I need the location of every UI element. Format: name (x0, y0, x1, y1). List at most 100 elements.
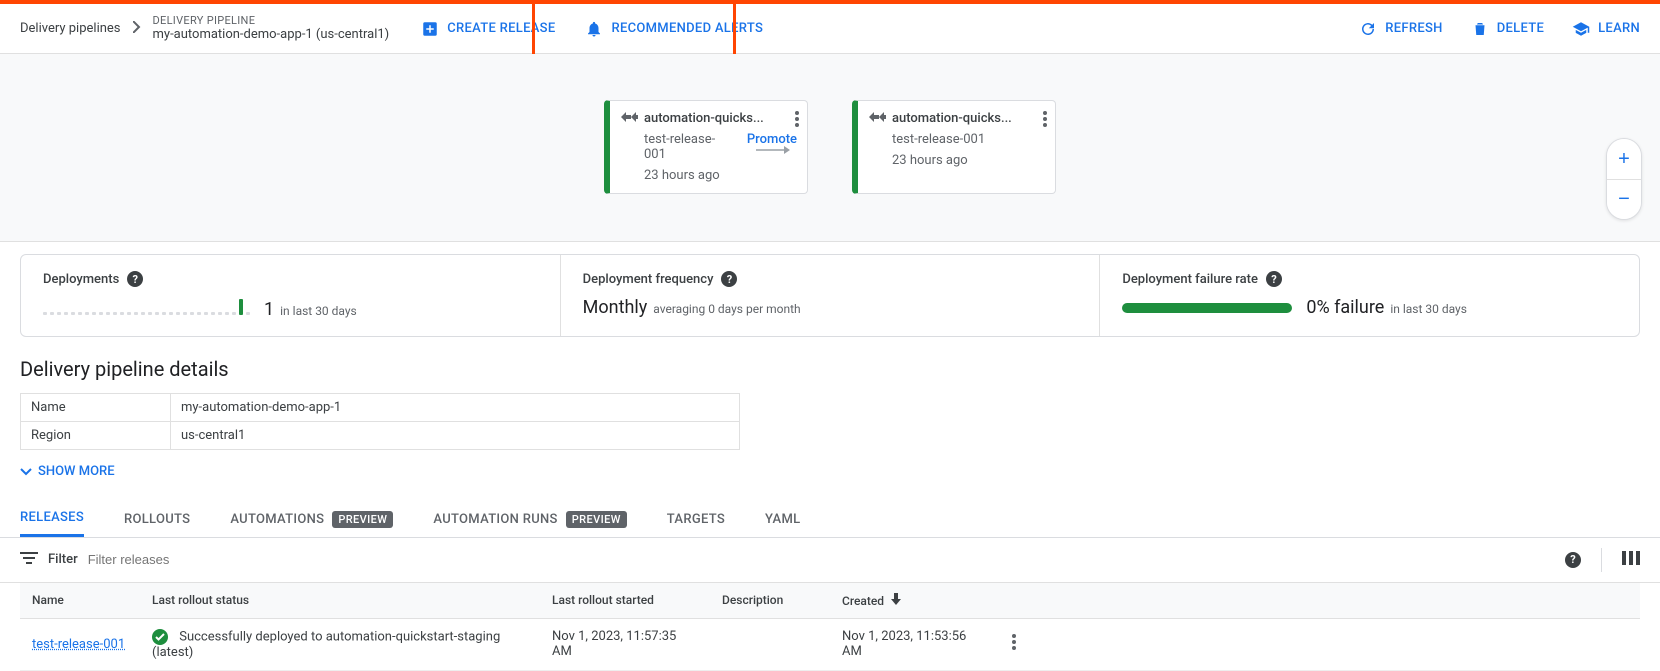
metric-value: 0% failure (1306, 297, 1384, 318)
metric-suffix: in last 30 days (280, 304, 357, 318)
details-label: Name (21, 394, 171, 422)
stage-name: automation-quicks... (644, 111, 797, 126)
pipeline-stage-card[interactable]: automation-quicks... test-release-001 23… (852, 100, 1056, 194)
tab-automation-runs[interactable]: AUTOMATION RUNS PREVIEW (433, 501, 626, 537)
col-actions (1000, 583, 1040, 619)
chevron-right-icon (133, 21, 141, 37)
filter-icon (20, 552, 38, 568)
details-value: my-automation-demo-app-1 (171, 394, 740, 422)
zoom-out-button[interactable]: − (1607, 179, 1641, 219)
col-created[interactable]: Created (830, 583, 1000, 619)
releases-table: Name Last rollout status Last rollout st… (20, 583, 1640, 671)
graduation-cap-icon (1572, 20, 1590, 38)
kebab-icon (795, 111, 799, 127)
metric-title: Deployments (43, 272, 119, 287)
details-row: Name my-automation-demo-app-1 (21, 394, 740, 422)
refresh-icon (1359, 20, 1377, 38)
learn-button[interactable]: LEARN (1572, 20, 1640, 38)
create-release-button[interactable]: CREATE RELEASE (421, 20, 555, 38)
breadcrumb-section: DELIVERY PIPELINE (153, 14, 390, 27)
metric-deployments: Deployments ? 1 in last 30 days (21, 255, 560, 336)
separator (1601, 548, 1602, 572)
metric-suffix: in last 30 days (1390, 302, 1467, 316)
row-menu-button[interactable] (1012, 639, 1016, 654)
tab-yaml[interactable]: YAML (765, 501, 800, 537)
kebab-icon (1012, 634, 1016, 650)
stage-time: 23 hours ago (892, 153, 968, 168)
release-started: Nov 1, 2023, 11:57:35 AM (540, 618, 710, 670)
stage-name: automation-quicks... (892, 111, 1045, 126)
help-icon[interactable]: ? (127, 271, 143, 287)
zoom-in-button[interactable]: + (1607, 139, 1641, 179)
metric-title: Deployment failure rate (1122, 272, 1258, 287)
metric-suffix: averaging 0 days per month (653, 302, 800, 316)
preview-badge: PREVIEW (566, 511, 627, 528)
details-row: Region us-central1 (21, 422, 740, 450)
learn-label: LEARN (1598, 21, 1640, 36)
top-bar: Delivery pipelines DELIVERY PIPELINE my-… (0, 0, 1660, 54)
sparkline-icon (43, 297, 250, 315)
tab-releases[interactable]: RELEASES (20, 501, 84, 537)
metric-failure: Deployment failure rate ? 0% failure in … (1099, 255, 1639, 336)
tab-targets[interactable]: TARGETS (667, 501, 725, 537)
col-status[interactable]: Last rollout status (140, 583, 540, 619)
delete-label: DELETE (1497, 21, 1544, 36)
details-label: Region (21, 422, 171, 450)
release-description (710, 618, 830, 670)
stage-time: 23 hours ago (644, 168, 720, 183)
details-heading: Delivery pipeline details (20, 357, 1640, 381)
recommended-alerts-button[interactable]: RECOMMENDED ALERTS (585, 20, 763, 38)
help-icon[interactable]: ? (721, 271, 737, 287)
stage-menu-button[interactable] (795, 111, 799, 131)
columns-icon[interactable] (1622, 551, 1640, 569)
tab-automations[interactable]: AUTOMATIONS PREVIEW (230, 501, 393, 537)
success-icon (152, 629, 168, 645)
tab-label: AUTOMATION RUNS (433, 512, 557, 527)
delete-button[interactable]: DELETE (1471, 20, 1544, 38)
show-more-label: SHOW MORE (38, 464, 115, 479)
breadcrumb: Delivery pipelines DELIVERY PIPELINE my-… (20, 14, 389, 43)
metric-frequency: Deployment frequency ? Monthly averaging… (560, 255, 1100, 336)
pipeline-graph: automation-quicks... test-release-001 Pr… (0, 54, 1660, 242)
arrow-right-icon (756, 144, 790, 159)
tabs: RELEASES ROLLOUTS AUTOMATIONS PREVIEW AUT… (0, 502, 1660, 538)
col-started[interactable]: Last rollout started (540, 583, 710, 619)
metric-value: 1 (264, 299, 274, 320)
details-value: us-central1 (171, 422, 740, 450)
release-created: Nov 1, 2023, 11:53:56 AM (830, 618, 1000, 670)
chevron-down-icon (20, 468, 32, 476)
col-description[interactable]: Description (710, 583, 830, 619)
details-table: Name my-automation-demo-app-1 Region us-… (20, 393, 740, 450)
sort-desc-icon (891, 594, 901, 608)
breadcrumb-root[interactable]: Delivery pipelines (20, 21, 121, 36)
release-name-link[interactable]: test-release-001 (32, 637, 125, 652)
show-more-button[interactable]: SHOW MORE (20, 464, 115, 479)
tab-label: RELEASES (20, 510, 84, 525)
preview-badge: PREVIEW (332, 511, 393, 528)
filter-bar: Filter ? (0, 538, 1660, 583)
deploy-icon (868, 110, 886, 128)
bell-icon (585, 20, 603, 38)
create-release-label: CREATE RELEASE (447, 21, 555, 36)
tab-rollouts[interactable]: ROLLOUTS (124, 501, 190, 537)
tab-label: TARGETS (667, 512, 725, 527)
recommended-alerts-label: RECOMMENDED ALERTS (611, 21, 763, 36)
metric-value: Monthly (583, 297, 648, 318)
col-name[interactable]: Name (20, 583, 140, 619)
tab-label: YAML (765, 512, 800, 527)
filter-input[interactable] (88, 552, 1555, 567)
breadcrumb-name: my-automation-demo-app-1 (us-central1) (153, 27, 390, 43)
filter-label: Filter (48, 552, 78, 567)
refresh-button[interactable]: REFRESH (1359, 20, 1442, 38)
failure-bar (1122, 303, 1292, 313)
help-icon[interactable]: ? (1266, 271, 1282, 287)
plus-box-icon (421, 20, 439, 38)
help-icon[interactable]: ? (1565, 552, 1581, 568)
metrics-panel: Deployments ? 1 in last 30 days Deployme… (20, 254, 1640, 337)
stage-menu-button[interactable] (1043, 111, 1047, 131)
stage-release: test-release-001 (644, 132, 735, 162)
table-row[interactable]: test-release-001 Successfully deployed t… (20, 618, 1640, 670)
trash-icon (1471, 20, 1489, 38)
tab-label: AUTOMATIONS (230, 512, 324, 527)
deploy-icon (620, 110, 638, 128)
